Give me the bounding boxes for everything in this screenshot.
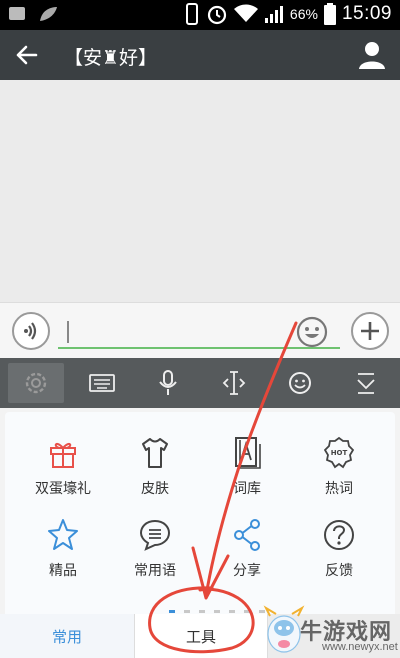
voice-wave-icon	[24, 322, 37, 340]
hot-words-icon: HOT	[324, 436, 354, 469]
tool-skin[interactable]: 皮肤	[110, 436, 200, 506]
emoji-panel-button[interactable]	[272, 363, 328, 403]
tool-phrases[interactable]: 常用语	[110, 518, 200, 588]
profile-icon[interactable]	[358, 40, 386, 70]
keyboard-button[interactable]	[74, 363, 130, 403]
watermark-url: www.newyx.net	[322, 641, 398, 653]
leaf-icon	[40, 7, 57, 21]
tab-tools[interactable]: 工具	[134, 614, 268, 658]
tab-common[interactable]: 常用	[0, 614, 134, 658]
battery-icon	[323, 3, 336, 25]
message-list[interactable]	[0, 80, 400, 302]
chat-title: 【安♜好】	[64, 47, 158, 69]
tool-label: 词库	[233, 481, 261, 497]
input-bar	[0, 302, 400, 358]
battery-percent: 66%	[289, 6, 318, 22]
back-arrow-icon[interactable]	[12, 40, 42, 70]
tool-label: 双蛋壕礼	[35, 481, 91, 497]
question-icon	[324, 520, 354, 550]
more-options-button[interactable]	[351, 312, 389, 350]
star-icon	[48, 519, 78, 550]
signal-icon	[264, 6, 283, 23]
phone-vibrate-icon	[185, 3, 198, 25]
collapse-icon	[357, 373, 375, 394]
tool-dictionary[interactable]: 词库	[202, 436, 292, 506]
page-dot	[214, 610, 220, 613]
clock: 15:09	[341, 3, 392, 24]
emoji-icon	[289, 372, 311, 394]
page-indicator	[169, 610, 265, 613]
voice-toggle-button[interactable]	[12, 312, 50, 350]
shirt-icon	[142, 438, 168, 468]
settings-button[interactable]	[8, 363, 64, 403]
cursor-icon	[222, 371, 246, 395]
dictionary-icon	[235, 437, 261, 469]
share-icon	[234, 519, 260, 551]
tool-label: 反馈	[325, 563, 353, 579]
tool-share[interactable]: 分享	[202, 518, 292, 588]
voice-input-button[interactable]	[140, 363, 196, 403]
emoji-button[interactable]	[296, 316, 328, 348]
plus-icon	[361, 322, 379, 340]
collapse-keyboard-button[interactable]	[338, 363, 394, 403]
svg-text:HOT: HOT	[331, 449, 348, 457]
microphone-icon	[159, 370, 177, 395]
page-dot	[244, 610, 250, 613]
gift-icon	[50, 442, 76, 468]
page-dot	[169, 610, 175, 613]
tool-feedback[interactable]: 反馈	[294, 518, 384, 588]
tool-label: 热词	[325, 481, 353, 497]
tool-label: 分享	[233, 563, 261, 579]
tool-label: 皮肤	[141, 481, 169, 497]
tool-label: 常用语	[134, 563, 176, 579]
tool-hot-words[interactable]: HOT 热词	[294, 436, 384, 506]
chat-header: 【安♜好】	[0, 30, 400, 80]
status-bar: 66% 15:09	[0, 0, 400, 30]
chat-list-icon	[140, 519, 170, 551]
page-dot	[229, 610, 235, 613]
keyboard-icon	[89, 374, 115, 392]
tool-premium[interactable]: 精品	[18, 518, 108, 588]
keyboard-toolbar	[0, 358, 400, 408]
alarm-icon	[207, 5, 227, 25]
page-dot	[199, 610, 205, 613]
settings-icon	[25, 372, 47, 394]
tool-label: 精品	[49, 563, 77, 579]
text-caret	[67, 321, 69, 343]
tool-gift[interactable]: 双蛋壕礼	[18, 436, 108, 506]
cursor-button[interactable]	[206, 363, 262, 403]
wifi-icon	[233, 4, 258, 22]
page-dot	[184, 610, 190, 613]
notification-box-icon	[9, 7, 25, 20]
